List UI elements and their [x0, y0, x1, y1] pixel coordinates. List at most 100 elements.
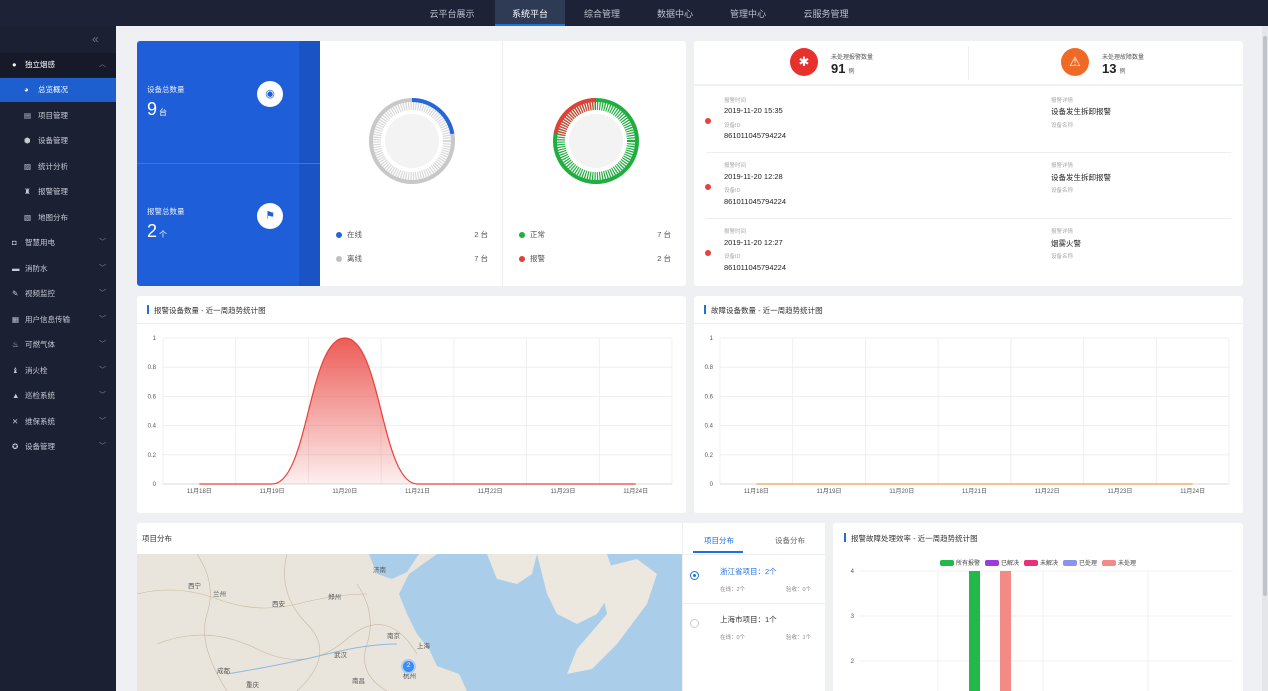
x-tick-label: 11月19日 [260, 488, 285, 495]
sidebar-item-inspection[interactable]: ▲ 巡检系统 ﹀ [0, 384, 116, 408]
alarm-siren-icon: ✱ [790, 48, 818, 76]
sidebar-item-overview[interactable]: ◕ 总览概况 [0, 78, 116, 102]
map-icon: ▧ [24, 213, 32, 222]
x-tick-label: 11月18日 [744, 488, 769, 495]
collapse-sidebar-icon[interactable]: « [92, 32, 99, 46]
online-ring-chart [369, 98, 455, 184]
water-icon: ▬ [12, 264, 20, 273]
sidebar-item-hydrant[interactable]: ♝ 消火栓 ﹀ [0, 359, 116, 383]
y-tick-label: 1 [710, 336, 714, 342]
tab-device-distribution[interactable]: 设备分布 [775, 535, 805, 546]
nav-tab-system-platform[interactable]: 系统平台 [495, 0, 565, 26]
alarm-list-item[interactable]: 报警时间 2019-11-20 12:28 设备ID 8610110457942… [705, 153, 1231, 219]
chevron-down-icon: ﹀ [99, 392, 106, 399]
x-tick-label: 11月21日 [962, 488, 987, 495]
x-tick-label: 11月22日 [1035, 488, 1060, 495]
city-label: 郑州 [328, 594, 341, 601]
map-view[interactable]: 济南 西宁 兰州 西安 郑州 南京 上海 武汉 成都 重庆 杭州 南昌 2 [137, 554, 682, 691]
alarm-list-item[interactable]: 报警时间 2019-11-20 15:35 设备ID 8610110457942… [705, 87, 1231, 153]
y-tick-label: 3 [851, 614, 855, 620]
gear-icon: ✪ [12, 442, 19, 451]
page-scrollbar[interactable] [1262, 26, 1268, 691]
y-tick-label: 0.4 [705, 424, 714, 430]
scrollbar-thumb[interactable] [1263, 36, 1267, 596]
legend-normal: 正常 7 台 [519, 229, 671, 240]
smoke-detector-icon: ● [12, 60, 17, 69]
y-tick-label: 1 [153, 336, 157, 342]
sidebar-item-video[interactable]: ✎ 视频监控 ﹀ [0, 282, 116, 306]
bar-all-alarms [969, 571, 980, 691]
top-navigation-bar: 云平台展示 系统平台 综合管理 数据中心 管理中心 云服务管理 [0, 0, 1268, 26]
camera-icon: ✎ [12, 289, 19, 298]
tab-project-distribution[interactable]: 项目分布 [704, 535, 734, 546]
tools-icon: ✕ [12, 417, 19, 426]
y-tick-label: 0.8 [705, 365, 714, 371]
x-tick-label: 11月18日 [187, 488, 212, 495]
city-label: 兰州 [213, 591, 226, 598]
city-label: 上海 [417, 643, 430, 650]
chevron-down-icon: ﹀ [99, 341, 106, 348]
city-label: 重庆 [246, 682, 259, 689]
sidebar-item-fire-water[interactable]: ▬ 消防水 ﹀ [0, 257, 116, 281]
divider [137, 323, 686, 324]
x-tick-label: 11月19日 [817, 488, 842, 495]
radio-selected[interactable] [690, 571, 699, 580]
radio-unselected[interactable] [690, 619, 699, 628]
map-cluster-marker[interactable]: 2 [401, 659, 416, 674]
sidebar-item-devices[interactable]: ⬢ 设备管理 [0, 129, 116, 153]
y-tick-label: 0.6 [148, 394, 157, 400]
project-item-shanghai[interactable]: 上海市项目：1个 在线：0个 验收：1个 [683, 605, 825, 651]
city-label: 南昌 [352, 678, 365, 685]
project-item-zhejiang[interactable]: 浙江省项目：2个 在线：2个 验收：0个 [683, 557, 825, 603]
alarm-ring-chart [553, 98, 639, 184]
x-tick-label: 11月23日 [550, 488, 575, 495]
sidebar-item-gas[interactable]: ♨ 可燃气体 ﹀ [0, 333, 116, 357]
chevron-up-icon: ︿ [99, 61, 106, 68]
x-tick-label: 11月23日 [1107, 488, 1132, 495]
x-tick-label: 11月22日 [478, 488, 503, 495]
alarm-total-value: 2个 [147, 221, 168, 241]
x-tick-label: 11月24日 [1180, 488, 1205, 495]
chart-icon: ▨ [24, 162, 32, 171]
sidebar-item-user-info[interactable]: ▦ 用户信息传输 ﹀ [0, 308, 116, 332]
sidebar-item-statistics[interactable]: ▨ 统计分析 [0, 155, 116, 179]
sidebar-group-standalone-smoke[interactable]: ● 独立烟感 ︿ [0, 53, 116, 77]
nav-tab-cloud-service-mgmt[interactable]: 云服务管理 [786, 0, 866, 26]
map-pin-icon: ⚑ [257, 203, 283, 229]
city-label: 济南 [373, 567, 386, 574]
alarm-icon: ♜ [24, 187, 31, 196]
city-label: 成都 [217, 668, 230, 675]
alarm-status-dot [705, 250, 711, 256]
warning-icon: ⚠ [1061, 48, 1089, 76]
summary-panel: 设备总数量 9台 ◉ 报警总数量 2个 ⚑ [137, 41, 320, 286]
alarm-trend-chart: 1 0.8 0.6 0.4 0.2 0 11月18日 11月19日 11月20日 11月21日 11… [148, 336, 673, 495]
sidebar-item-smart-power[interactable]: ◘ 智慧用电 ﹀ [0, 231, 116, 255]
alarm-trend-title: 报警设备数量 - 近一周趋势统计图 [147, 305, 266, 315]
x-tick-label: 11月20日 [332, 488, 357, 495]
sidebar-item-projects[interactable]: ▤ 项目管理 [0, 104, 116, 128]
y-tick-label: 0.6 [705, 394, 714, 400]
y-tick-label: 0.2 [705, 453, 714, 459]
sidebar-item-maintenance[interactable]: ✕ 维保系统 ﹀ [0, 410, 116, 434]
series-line [199, 337, 636, 485]
nav-tab-integrated-mgmt[interactable]: 综合管理 [567, 0, 637, 26]
transfer-icon: ▦ [12, 315, 20, 324]
series-area [199, 338, 636, 484]
legend-online: 在线 2 台 [336, 229, 488, 240]
chevron-down-icon: ﹀ [99, 290, 106, 297]
divider [968, 46, 969, 80]
list-icon: ▤ [24, 111, 32, 120]
y-tick-label: 2 [851, 659, 855, 665]
nav-tab-data-center[interactable]: 数据中心 [640, 0, 710, 26]
sidebar-item-alarms[interactable]: ♜ 报警管理 [0, 180, 116, 204]
alarm-list-item[interactable]: 报警时间 2019-11-20 12:27 设备ID 8610110457942… [705, 219, 1231, 285]
nav-tab-management-center[interactable]: 管理中心 [713, 0, 783, 26]
power-icon: ◘ [12, 238, 17, 247]
y-tick-label: 0 [153, 482, 157, 488]
divider [502, 41, 503, 286]
y-tick-label: 4 [851, 569, 855, 575]
sidebar-item-map[interactable]: ▧ 地图分布 [0, 206, 116, 230]
sidebar-item-device-mgmt[interactable]: ✪ 设备管理 ﹀ [0, 435, 116, 459]
nav-tab-cloud-display[interactable]: 云平台展示 [417, 0, 487, 26]
chevron-down-icon: ﹀ [99, 239, 106, 246]
